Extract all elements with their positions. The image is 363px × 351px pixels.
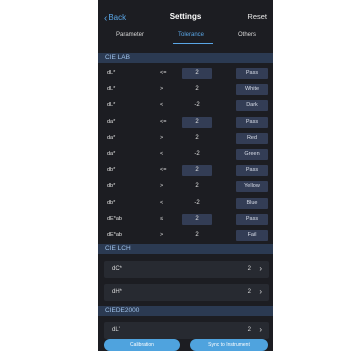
phone-screen: ‹Back Settings Reset Parameter Tolerance…	[98, 0, 273, 351]
tab-tolerance[interactable]: Tolerance	[178, 32, 204, 38]
calibration-button[interactable]: Calibration	[104, 339, 180, 351]
tolerance-label: da*	[107, 134, 116, 141]
section-header-cielab: CIE LAB	[98, 53, 273, 63]
nav-bar: ‹Back Settings Reset	[98, 8, 273, 28]
result-label-button[interactable]: Pass	[236, 213, 268, 225]
result-label-button[interactable]: Pass	[236, 116, 268, 128]
tab-bar: Parameter Tolerance Others	[98, 30, 273, 44]
tolerance-row: db* <= 2 Pass	[98, 164, 273, 178]
list-item-dl-prime[interactable]: dL' 2 ›	[104, 322, 269, 339]
section-header-ciede2000: CIEDE2000	[98, 306, 273, 316]
tolerance-operator: <	[160, 199, 164, 206]
tolerance-label: db*	[107, 167, 116, 174]
tolerance-row: da* < -2 Green	[98, 148, 273, 162]
tolerance-label: dL*	[107, 70, 116, 76]
tolerance-value-field: 2	[195, 86, 199, 93]
list-item-label: dL'	[112, 327, 120, 333]
list-item-dh[interactable]: dH* 2 ›	[104, 284, 269, 301]
list-item-label: dH*	[112, 289, 123, 295]
result-label-button[interactable]: Pass	[236, 68, 268, 79]
tolerance-row: dE*ab >2 Fail	[98, 229, 273, 243]
tolerance-row: dL* < -2 Dark	[98, 99, 273, 113]
tolerance-row: dL* >2 White	[98, 83, 273, 97]
tolerance-operator: <=	[160, 167, 167, 174]
tolerance-value-field: -2	[194, 199, 200, 206]
tolerance-row: db* >2 Yellow	[98, 180, 273, 194]
tab-others[interactable]: Others	[238, 32, 256, 38]
active-tab-indicator	[173, 43, 213, 44]
list-item-value: 2	[247, 289, 251, 295]
tolerance-operator: >	[160, 86, 164, 93]
tolerance-label: dE*ab	[107, 232, 122, 238]
tab-parameter[interactable]: Parameter	[116, 32, 144, 38]
tolerance-label: da*	[107, 118, 116, 125]
tolerance-value-field[interactable]: 2	[182, 68, 212, 79]
tolerance-operator: >	[160, 183, 164, 190]
chevron-right-icon: ›	[259, 287, 262, 296]
tolerance-operator: <=	[160, 118, 167, 125]
result-label-button[interactable]: Fail	[236, 230, 268, 241]
tolerance-row: dL* <= 2 Pass	[98, 67, 273, 81]
reset-button[interactable]: Reset	[247, 12, 267, 21]
tolerance-label: dL*	[107, 102, 116, 109]
tolerance-value-field[interactable]: 2	[182, 116, 212, 128]
chevron-right-icon: ›	[259, 264, 262, 273]
list-item-value: 2	[247, 327, 251, 333]
tolerance-value-field[interactable]: 2	[182, 165, 212, 177]
list-item-dc[interactable]: dC* 2 ›	[104, 261, 269, 278]
tolerance-operator: >	[160, 134, 164, 141]
tolerance-value-field: 2	[195, 183, 199, 190]
list-item-value: 2	[247, 266, 251, 272]
tolerance-operator: >	[160, 232, 164, 238]
tolerance-row: da* >2 Red	[98, 132, 273, 146]
section-header-cielch: CIE LCH	[98, 244, 273, 254]
tolerance-label: db*	[107, 199, 116, 206]
tolerance-value-field: 2	[195, 134, 199, 141]
tolerance-row: db* < -2 Blue	[98, 197, 273, 211]
tolerance-row: dE*ab ≤2 Pass	[98, 213, 273, 227]
result-label-button[interactable]: Green	[236, 149, 268, 160]
result-label-button[interactable]: Pass	[236, 165, 268, 177]
result-label-button[interactable]: Red	[236, 132, 268, 144]
tolerance-label: da*	[107, 151, 116, 157]
list-item-label: dC*	[112, 266, 123, 272]
result-label-button[interactable]: Yellow	[236, 181, 268, 193]
tolerance-value-field: -2	[194, 102, 200, 109]
tolerance-operator: ≤	[160, 215, 164, 222]
result-label-button[interactable]: White	[236, 84, 268, 96]
tolerance-value-field: -2	[194, 151, 200, 157]
tolerance-operator: <	[160, 151, 164, 157]
result-label-button[interactable]: Blue	[236, 197, 268, 209]
tolerance-label: db*	[107, 183, 116, 190]
tolerance-value-field: 2	[195, 232, 199, 238]
chevron-right-icon: ›	[259, 325, 262, 334]
tolerance-row: da* <= 2 Pass	[98, 116, 273, 130]
tolerance-value-field[interactable]: 2	[182, 213, 212, 225]
tolerance-label: dE*ab	[107, 215, 122, 222]
result-label-button[interactable]: Dark	[236, 100, 268, 112]
tolerance-label: dL*	[107, 86, 116, 93]
tolerance-operator: <=	[160, 70, 167, 76]
sync-to-instrument-button[interactable]: Sync to Instrument	[190, 339, 268, 351]
tolerance-operator: <	[160, 102, 164, 109]
